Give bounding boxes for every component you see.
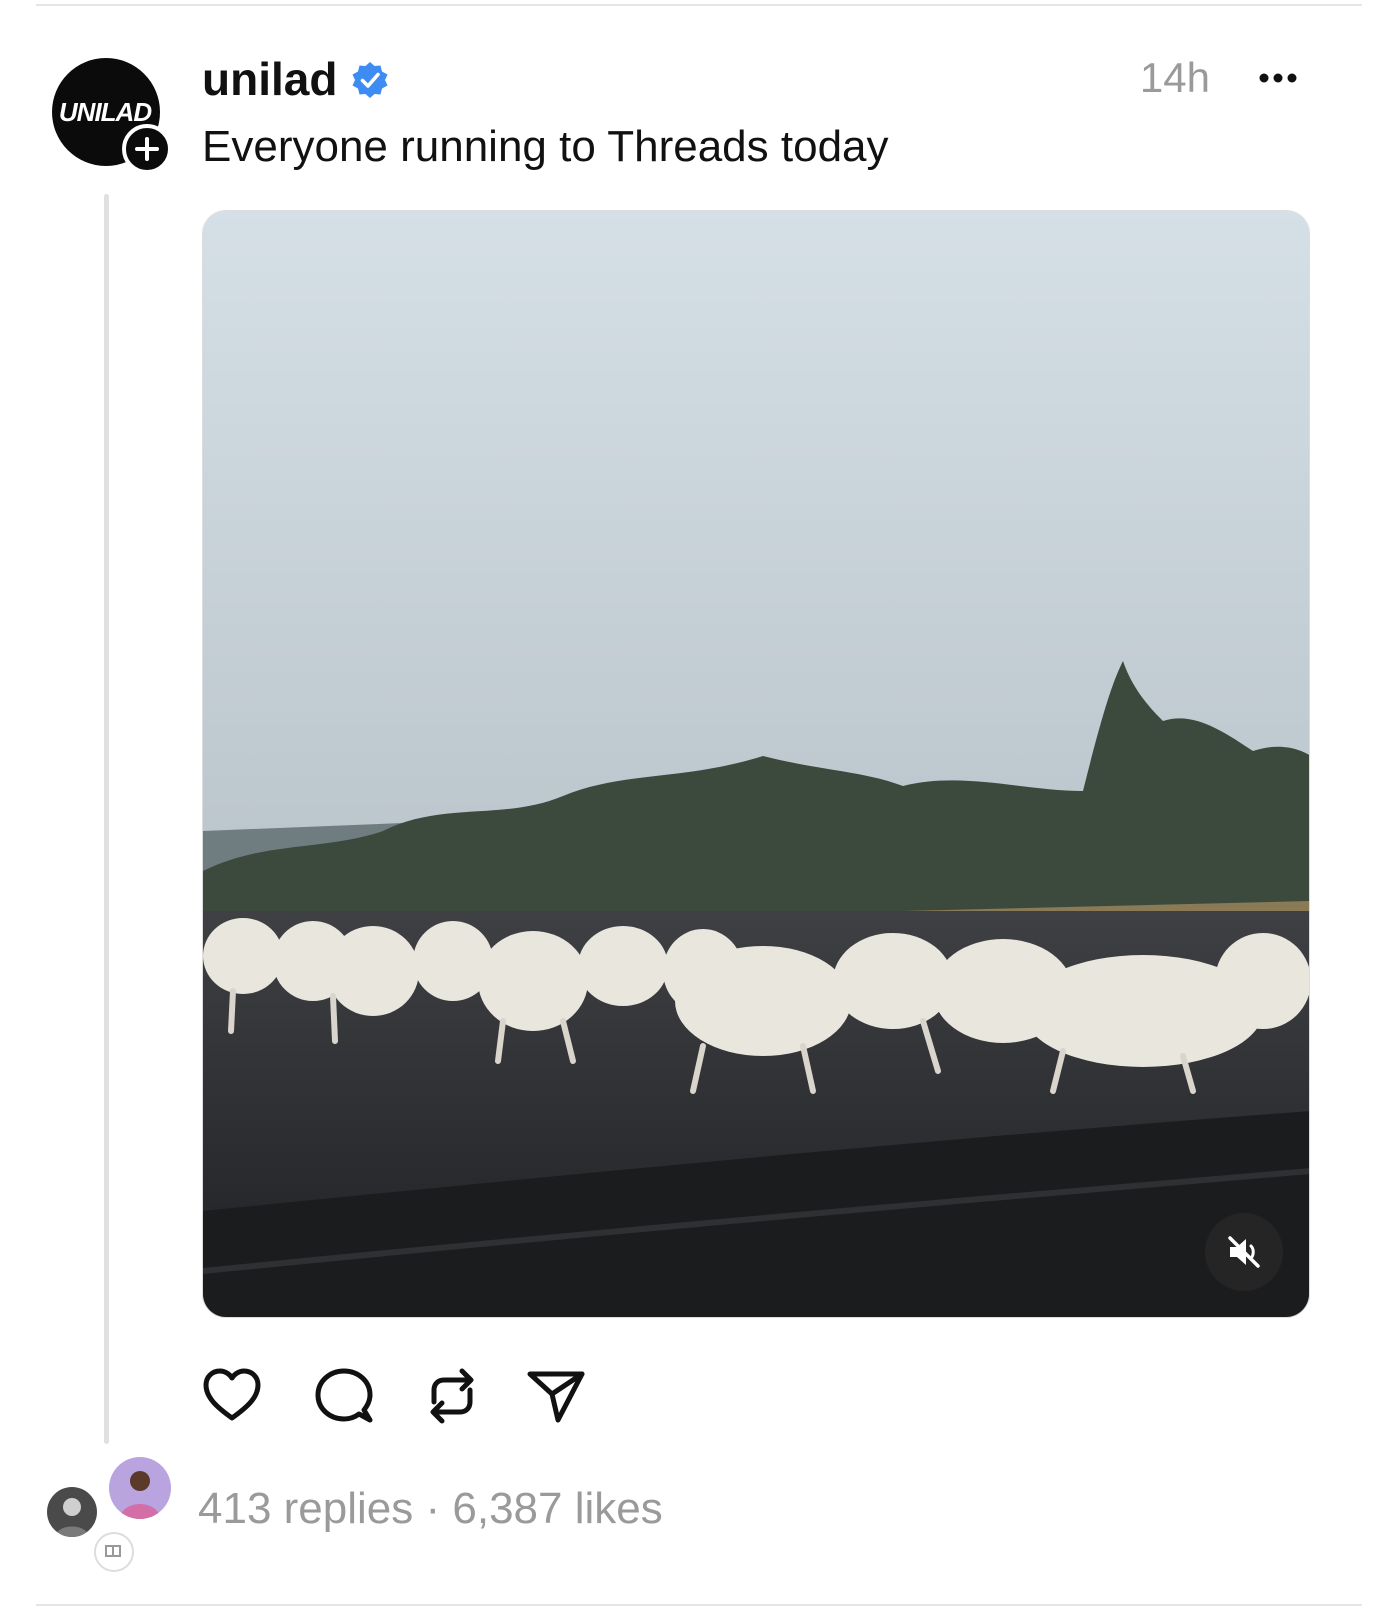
speech-bubble-icon (315, 1368, 373, 1423)
mute-toggle-button[interactable] (1205, 1213, 1283, 1291)
post-video[interactable] (202, 210, 1310, 1318)
share-button[interactable] (524, 1364, 588, 1428)
speaker-muted-icon (1228, 1236, 1260, 1268)
thread-line (104, 194, 109, 1444)
top-divider (36, 4, 1362, 6)
replies-count[interactable]: 413 replies (198, 1484, 413, 1533)
verified-badge-icon (352, 62, 388, 98)
ellipsis-icon (1259, 73, 1297, 83)
repost-icon (430, 1368, 474, 1424)
replier-avatar[interactable] (106, 1454, 174, 1522)
replier-avatar-image (105, 1545, 121, 1557)
author-username[interactable]: unilad (202, 52, 337, 106)
unilad-logo-icon: UNILAD (58, 96, 152, 127)
stats-separator: · (413, 1484, 453, 1533)
like-button[interactable] (200, 1364, 264, 1428)
likes-count[interactable]: 6,387 likes (452, 1484, 662, 1533)
post-timestamp: 14h (1139, 54, 1210, 101)
reply-button[interactable] (312, 1364, 376, 1428)
video-frame (203, 211, 1309, 1317)
heart-icon (203, 1368, 261, 1421)
post-caption: Everyone running to Threads today (202, 122, 889, 171)
post-stats: 413 replies · 6,387 likes (198, 1484, 663, 1534)
plus-icon (135, 137, 159, 161)
replier-avatar-image (109, 1457, 171, 1519)
replier-avatar[interactable] (94, 1532, 134, 1572)
repost-button[interactable] (420, 1364, 484, 1428)
send-icon (527, 1371, 585, 1423)
replier-avatar[interactable] (44, 1484, 100, 1540)
replier-avatar-image (47, 1487, 97, 1537)
bottom-divider (36, 1604, 1362, 1606)
more-options-button[interactable] (1254, 58, 1304, 98)
follow-button[interactable] (122, 124, 172, 174)
